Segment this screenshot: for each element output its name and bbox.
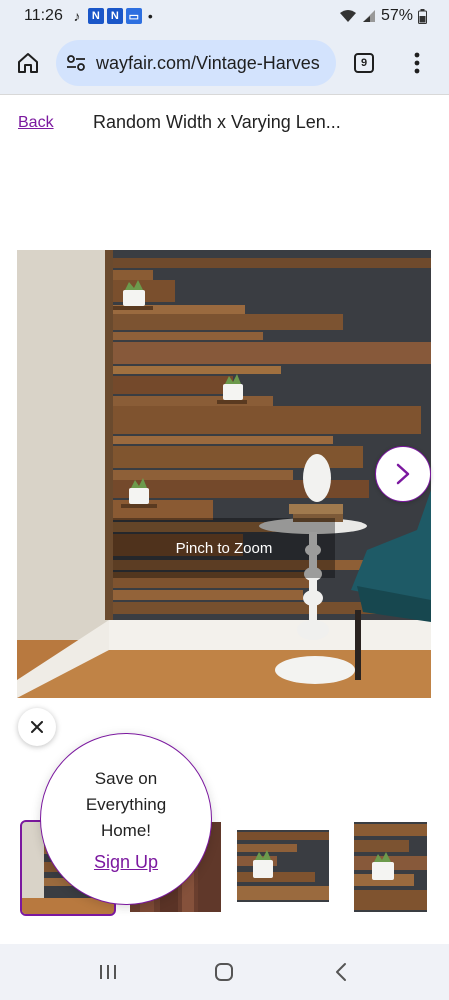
battery-percent: 57%	[380, 7, 413, 24]
browser-toolbar: wayfair.com/Vintage-Harves 9	[0, 32, 449, 94]
recent-apps-icon	[100, 965, 117, 979]
screen-icon: ▭	[125, 8, 142, 24]
home-nav-button[interactable]	[194, 950, 254, 994]
close-icon	[31, 721, 43, 733]
thumbnail-3-image	[237, 830, 329, 902]
thumbnail-4[interactable]	[354, 822, 427, 912]
tab-count: 9	[354, 53, 374, 73]
pinch-to-zoom-hint: Pinch to Zoom	[113, 518, 335, 578]
battery-icon	[418, 8, 427, 24]
product-main-image[interactable]	[17, 250, 431, 698]
system-icons: 57%	[339, 7, 427, 25]
promo-popup: Save on Everything Home! Sign Up	[40, 733, 212, 905]
home-button[interactable]	[0, 35, 56, 91]
address-bar[interactable]: wayfair.com/Vintage-Harves	[56, 40, 336, 86]
more-vert-icon	[414, 52, 420, 74]
promo-close-button[interactable]	[18, 708, 56, 746]
more-notifications-dot: •	[147, 8, 153, 24]
product-title: Random Width x Varying Len...	[93, 112, 341, 132]
chevron-right-icon	[396, 463, 410, 485]
thumbnail-3[interactable]	[237, 830, 329, 902]
status-bar: 11:26 ♪ N N ▭ • 57%	[0, 0, 449, 32]
system-navigation-bar	[0, 944, 449, 1000]
notification-icons: ♪ N N ▭	[69, 8, 142, 24]
site-settings-icon[interactable]	[66, 54, 86, 72]
back-link[interactable]: Back	[18, 114, 54, 132]
home-circle-icon	[215, 963, 234, 981]
status-time: 11:26	[24, 7, 63, 24]
recent-apps-button[interactable]	[78, 950, 138, 994]
tab-switcher-button[interactable]: 9	[336, 35, 392, 91]
nn-app-icon: N	[106, 8, 123, 24]
nn-app-icon: N	[87, 8, 104, 24]
sign-up-link[interactable]: Sign Up	[94, 852, 158, 873]
tiktok-icon: ♪	[73, 8, 81, 24]
home-icon	[18, 53, 38, 73]
toolbar-divider	[0, 94, 449, 95]
back-nav-button[interactable]	[311, 950, 371, 994]
thumbnail-4-image	[354, 822, 427, 912]
signal-icon	[362, 10, 375, 22]
url-text: wayfair.com/Vintage-Harves	[96, 52, 320, 73]
browser-menu-button[interactable]	[392, 35, 442, 91]
back-chevron-icon	[335, 963, 346, 981]
product-photo	[17, 250, 431, 698]
next-image-button[interactable]	[375, 446, 431, 502]
wifi-icon	[339, 10, 356, 22]
promo-text: Save on Everything Home!	[85, 768, 167, 840]
